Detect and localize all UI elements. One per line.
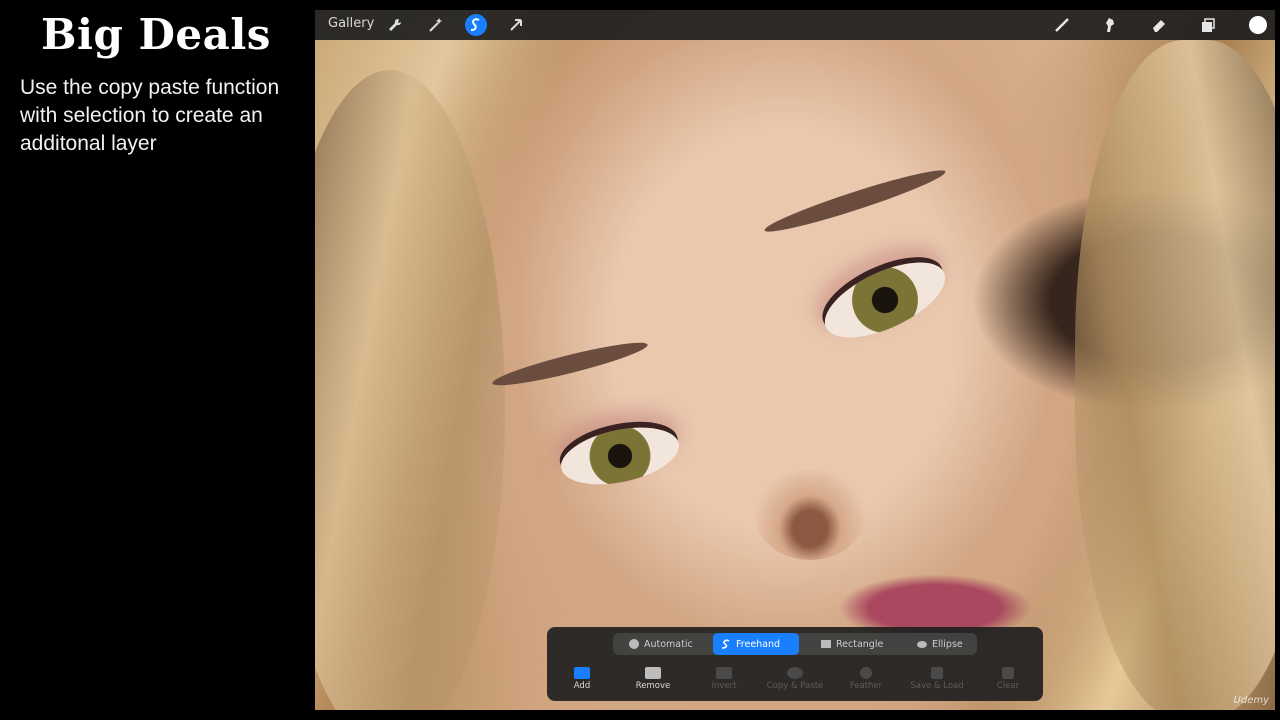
gallery-button[interactable]: Gallery xyxy=(328,16,374,31)
mode-label: Automatic xyxy=(644,638,693,650)
slide-title: Big Deals xyxy=(41,10,271,59)
mode-automatic[interactable]: Automatic xyxy=(621,633,713,655)
selection-mode-bar: Automatic Freehand Rectangle Ellipse xyxy=(613,633,977,655)
procreate-screen: Gallery Automatic Freehand Rectangle Ell… xyxy=(315,10,1275,710)
mode-freehand[interactable]: Freehand xyxy=(713,633,799,655)
left-eye xyxy=(555,418,685,494)
top-toolbar: Gallery xyxy=(315,10,1275,40)
ellipse-icon xyxy=(917,640,927,648)
left-eyebrow xyxy=(490,335,650,393)
freehand-icon xyxy=(721,639,731,649)
mode-ellipse[interactable]: Ellipse xyxy=(909,633,977,655)
selection-icon[interactable] xyxy=(465,14,487,36)
udemy-watermark: Udemy xyxy=(1233,695,1269,706)
remove-icon xyxy=(645,667,661,679)
feather-button[interactable]: Feather xyxy=(831,667,901,691)
invert-button[interactable]: Invert xyxy=(689,667,759,691)
wrench-icon[interactable] xyxy=(385,15,405,35)
copy-paste-icon xyxy=(787,667,803,679)
arrow-icon[interactable] xyxy=(506,15,526,35)
mode-label: Freehand xyxy=(736,638,781,650)
invert-icon xyxy=(716,667,732,679)
rectangle-icon xyxy=(821,640,831,648)
magic-wand-icon[interactable] xyxy=(425,15,445,35)
mode-label: Rectangle xyxy=(836,638,884,650)
mode-rectangle[interactable]: Rectangle xyxy=(813,633,899,655)
add-button[interactable]: Add xyxy=(547,667,617,691)
mode-label: Ellipse xyxy=(932,638,963,650)
remove-button[interactable]: Remove xyxy=(618,667,688,691)
copy-paste-button[interactable]: Copy & Paste xyxy=(760,667,830,691)
clear-button[interactable]: Clear xyxy=(973,667,1043,691)
color-icon[interactable] xyxy=(1249,16,1267,34)
layers-icon[interactable] xyxy=(1198,15,1218,35)
save-load-icon xyxy=(931,667,943,679)
save-load-button[interactable]: Save & Load xyxy=(902,667,972,691)
slide-instructions: Use the copy paste function with selecti… xyxy=(20,76,280,155)
right-eye xyxy=(814,247,956,353)
right-eyebrow xyxy=(761,163,949,239)
brush-icon[interactable] xyxy=(1052,15,1072,35)
add-icon xyxy=(574,667,590,679)
automatic-icon xyxy=(629,639,639,649)
smudge-icon[interactable] xyxy=(1100,15,1120,35)
nose xyxy=(755,470,865,560)
canvas-artwork[interactable] xyxy=(315,10,1275,710)
hair-left xyxy=(315,70,505,710)
hair-right xyxy=(1075,40,1275,710)
selection-panel: Automatic Freehand Rectangle Ellipse Add xyxy=(547,627,1043,701)
clear-icon xyxy=(1002,667,1014,679)
feather-icon xyxy=(860,667,872,679)
eraser-icon[interactable] xyxy=(1149,15,1169,35)
